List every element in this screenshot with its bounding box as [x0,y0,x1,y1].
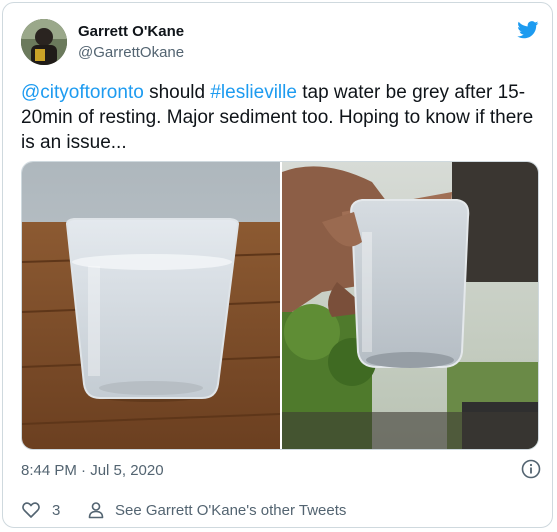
hashtag-link[interactable]: #leslieville [210,82,297,103]
info-icon[interactable] [521,459,541,479]
user-handle[interactable]: @GarrettOkane [78,44,184,61]
other-tweets-link[interactable]: See Garrett O'Kane's other Tweets [115,502,346,519]
mention-link[interactable]: @cityoftoronto [21,82,144,103]
tweet-text-part: should [143,82,211,103]
like-count[interactable]: 3 [52,502,60,519]
person-icon[interactable] [86,500,106,520]
tweet-card: Garrett O'Kane @GarrettOkane @cityoftoro… [2,2,553,528]
timestamp[interactable]: 8:44 PM · Jul 5, 2020 [21,462,164,479]
user-name[interactable]: Garrett O'Kane [78,23,184,40]
heart-icon[interactable] [21,500,41,520]
avatar[interactable] [21,19,67,65]
photo-hand-holding-glass[interactable] [282,162,538,449]
tweet-text: @cityoftoronto should #leslieville tap w… [21,80,543,155]
photo-grid [21,161,539,450]
twitter-bird-icon[interactable] [517,21,539,39]
photo-glass-on-table[interactable] [22,162,281,449]
